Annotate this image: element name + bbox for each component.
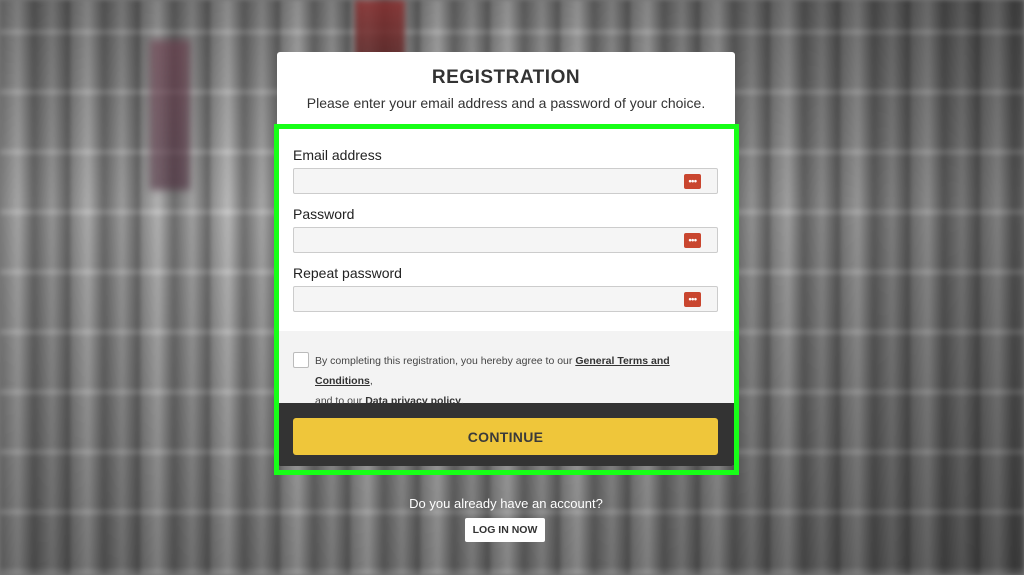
registration-card: REGISTRATION Please enter your email add… (277, 52, 735, 466)
terms-text-middle: , (369, 375, 373, 387)
terms-section: By completing this registration, you her… (277, 331, 735, 407)
password-input[interactable] (294, 228, 717, 252)
terms-text-before: By completing this registration, you her… (315, 355, 576, 367)
login-button[interactable]: LOG IN NOW (465, 518, 545, 542)
background-decoration (355, 0, 405, 60)
password-field-group: Password ••• (293, 206, 719, 253)
password-input-wrapper: ••• (293, 227, 718, 253)
email-input[interactable] (294, 169, 717, 193)
privacy-link[interactable]: Data privacy policy (365, 395, 461, 407)
page-subtitle: Please enter your email address and a pa… (306, 95, 706, 111)
password-manager-icon[interactable]: ••• (684, 233, 701, 248)
terms-checkbox[interactable] (293, 352, 309, 368)
email-field-group: Email address ••• (293, 147, 719, 194)
action-bar: CONTINUE (277, 403, 735, 466)
continue-button[interactable]: CONTINUE (293, 418, 718, 455)
email-input-wrapper: ••• (293, 168, 718, 194)
login-prompt: Do you already have an account? (409, 496, 603, 511)
terms-text-line2: and to our (315, 395, 366, 407)
background-decoration (150, 40, 190, 190)
password-label: Password (293, 206, 355, 222)
terms-text: By completing this registration, you her… (315, 351, 719, 411)
repeat-password-input-wrapper: ••• (293, 286, 718, 312)
password-manager-icon[interactable]: ••• (684, 174, 701, 189)
form-fields: Email address ••• Password ••• Repeat pa… (277, 125, 735, 331)
email-label: Email address (293, 147, 382, 163)
repeat-password-input[interactable] (294, 287, 717, 311)
repeat-password-field-group: Repeat password ••• (293, 265, 719, 312)
page-title: REGISTRATION (431, 67, 581, 88)
repeat-password-label: Repeat password (293, 265, 402, 281)
terms-text-end: . (460, 395, 464, 407)
card-header: REGISTRATION Please enter your email add… (277, 52, 735, 125)
password-manager-icon[interactable]: ••• (684, 292, 701, 307)
